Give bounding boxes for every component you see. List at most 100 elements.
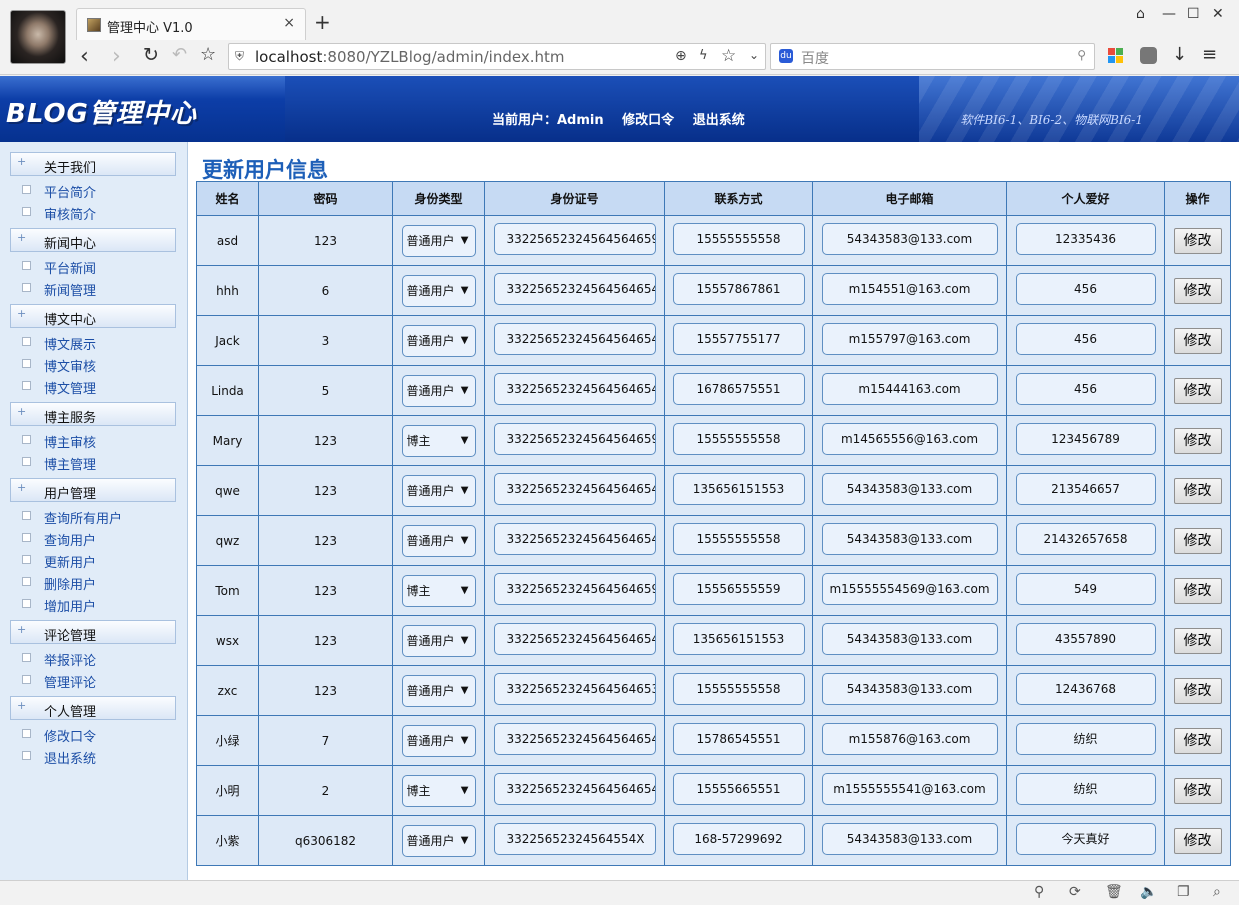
email-input[interactable]: m155797@163.com: [821, 323, 998, 355]
phone-input[interactable]: 15555555558: [672, 223, 805, 255]
email-input[interactable]: 54343583@133.com: [821, 473, 998, 505]
sidebar-group[interactable]: + 博主服务: [10, 402, 176, 426]
email-input[interactable]: m1555555541@163.com: [821, 773, 998, 805]
edit-button[interactable]: 修改: [1173, 227, 1222, 254]
id-number-input[interactable]: 33225652324564564654: [493, 773, 656, 805]
lightning-icon[interactable]: ϟ: [699, 48, 708, 63]
tab-close-icon[interactable]: ×: [283, 15, 295, 31]
role-select[interactable]: 普通用户 ▼: [401, 274, 476, 307]
back-icon[interactable]: ‹: [80, 44, 89, 69]
edit-button[interactable]: 修改: [1173, 477, 1222, 504]
id-number-input[interactable]: 33225652324564564654: [493, 623, 656, 655]
phone-input[interactable]: 15557867861: [672, 273, 805, 305]
phone-input[interactable]: 15786545551: [672, 723, 805, 755]
role-select[interactable]: 普通用户 ▼: [401, 624, 476, 657]
hobby-input[interactable]: 456: [1015, 373, 1156, 405]
url-text[interactable]: localhost:8080/YZLBlog/admin/index.htm: [255, 48, 565, 66]
url-bar[interactable]: ⛨ localhost:8080/YZLBlog/admin/index.htm…: [228, 43, 766, 70]
new-tab-button[interactable]: +: [314, 12, 331, 32]
id-number-input[interactable]: 33225652324564564653: [493, 673, 656, 705]
hobby-input[interactable]: 43557890: [1015, 623, 1156, 655]
edit-button[interactable]: 修改: [1173, 777, 1222, 804]
url-dropdown-icon[interactable]: ⌄: [749, 48, 759, 62]
id-number-input[interactable]: 33225652324564564659: [493, 223, 656, 255]
maximize-icon[interactable]: ☐: [1187, 6, 1200, 22]
id-number-input[interactable]: 33225652324564564659: [493, 573, 656, 605]
logout-link[interactable]: 退出系统: [693, 113, 745, 128]
edit-button[interactable]: 修改: [1173, 827, 1222, 854]
phone-input[interactable]: 15555555558: [672, 423, 805, 455]
phone-input[interactable]: 135656151553: [672, 473, 805, 505]
role-select[interactable]: 博主 ▼: [401, 774, 476, 807]
hobby-input[interactable]: 123456789: [1015, 423, 1156, 455]
hobby-input[interactable]: 21432657658: [1015, 523, 1156, 555]
email-input[interactable]: m15555554569@163.com: [821, 573, 998, 605]
download-icon[interactable]: ↓: [1172, 44, 1187, 65]
bookmark-star-icon[interactable]: ☆: [200, 44, 216, 65]
forward-icon[interactable]: ›: [112, 44, 121, 69]
role-select[interactable]: 普通用户 ▼: [401, 474, 476, 507]
phone-input[interactable]: 15557755177: [672, 323, 805, 355]
window-icon[interactable]: ❐: [1177, 884, 1190, 900]
sidebar-group[interactable]: + 用户管理: [10, 478, 176, 502]
change-password-link[interactable]: 修改口令: [622, 113, 674, 128]
pin-icon[interactable]: ⚲: [1034, 884, 1044, 900]
id-number-input[interactable]: 33225652324564564654: [493, 723, 656, 755]
role-select[interactable]: 普通用户 ▼: [401, 374, 476, 407]
sidebar-group[interactable]: + 新闻中心: [10, 228, 176, 252]
email-input[interactable]: m14565556@163.com: [821, 423, 998, 455]
edit-button[interactable]: 修改: [1173, 327, 1222, 354]
email-input[interactable]: m154551@163.com: [821, 273, 998, 305]
browser-tab[interactable]: 管理中心 V1.0 ×: [76, 8, 306, 40]
edit-button[interactable]: 修改: [1173, 727, 1222, 754]
id-number-input[interactable]: 33225652324564564654: [493, 523, 656, 555]
edit-button[interactable]: 修改: [1173, 527, 1222, 554]
edit-button[interactable]: 修改: [1173, 277, 1222, 304]
zoom-icon[interactable]: ⊕: [675, 48, 687, 64]
edit-button[interactable]: 修改: [1173, 577, 1222, 604]
phone-input[interactable]: 16786575551: [672, 373, 805, 405]
id-number-input[interactable]: 33225652324564564654: [493, 323, 656, 355]
menu-icon[interactable]: ≡: [1202, 44, 1217, 65]
role-select[interactable]: 普通用户 ▼: [401, 224, 476, 257]
phone-input[interactable]: 168-57299692: [672, 823, 805, 855]
role-select[interactable]: 普通用户 ▼: [401, 824, 476, 857]
hobby-input[interactable]: 12436768: [1015, 673, 1156, 705]
phone-input[interactable]: 15555555558: [672, 673, 805, 705]
phone-input[interactable]: 15556555559: [672, 573, 805, 605]
reload-icon[interactable]: ↻: [143, 44, 159, 66]
search-bar[interactable]: du 百度 ⚲: [770, 43, 1095, 70]
role-select[interactable]: 博主 ▼: [401, 424, 476, 457]
id-number-input[interactable]: 33225652324564564654: [493, 373, 656, 405]
zoom-icon[interactable]: ⌕: [1213, 884, 1221, 900]
hobby-input[interactable]: 456: [1015, 323, 1156, 355]
hobby-input[interactable]: 213546657: [1015, 473, 1156, 505]
extension-icon[interactable]: [1140, 47, 1157, 64]
edit-button[interactable]: 修改: [1173, 377, 1222, 404]
edit-button[interactable]: 修改: [1173, 677, 1222, 704]
email-input[interactable]: m155876@163.com: [821, 723, 998, 755]
hobby-input[interactable]: 456: [1015, 273, 1156, 305]
email-input[interactable]: 54343583@133.com: [821, 823, 998, 855]
hobby-input[interactable]: 纺织: [1015, 723, 1156, 755]
search-input[interactable]: 百度: [801, 48, 829, 68]
hobby-input[interactable]: 12335436: [1015, 223, 1156, 255]
restore-icon[interactable]: ⌂: [1136, 6, 1145, 22]
email-input[interactable]: m15444163.com: [821, 373, 998, 405]
email-input[interactable]: 54343583@133.com: [821, 223, 998, 255]
email-input[interactable]: 54343583@133.com: [821, 623, 998, 655]
search-icon[interactable]: ⚲: [1077, 48, 1086, 62]
role-select[interactable]: 普通用户 ▼: [401, 724, 476, 757]
favorite-icon[interactable]: ☆: [721, 46, 736, 66]
role-select[interactable]: 普通用户 ▼: [401, 674, 476, 707]
role-select[interactable]: 博主 ▼: [401, 574, 476, 607]
hobby-input[interactable]: 纺织: [1015, 773, 1156, 805]
edit-button[interactable]: 修改: [1173, 427, 1222, 454]
minimize-icon[interactable]: —: [1162, 6, 1176, 22]
email-input[interactable]: 54343583@133.com: [821, 673, 998, 705]
role-select[interactable]: 普通用户 ▼: [401, 524, 476, 557]
phone-input[interactable]: 15555555558: [672, 523, 805, 555]
sidebar-group[interactable]: + 评论管理: [10, 620, 176, 644]
trash-icon[interactable]: 🗑: [1105, 884, 1123, 900]
hobby-input[interactable]: 今天真好: [1015, 823, 1156, 855]
